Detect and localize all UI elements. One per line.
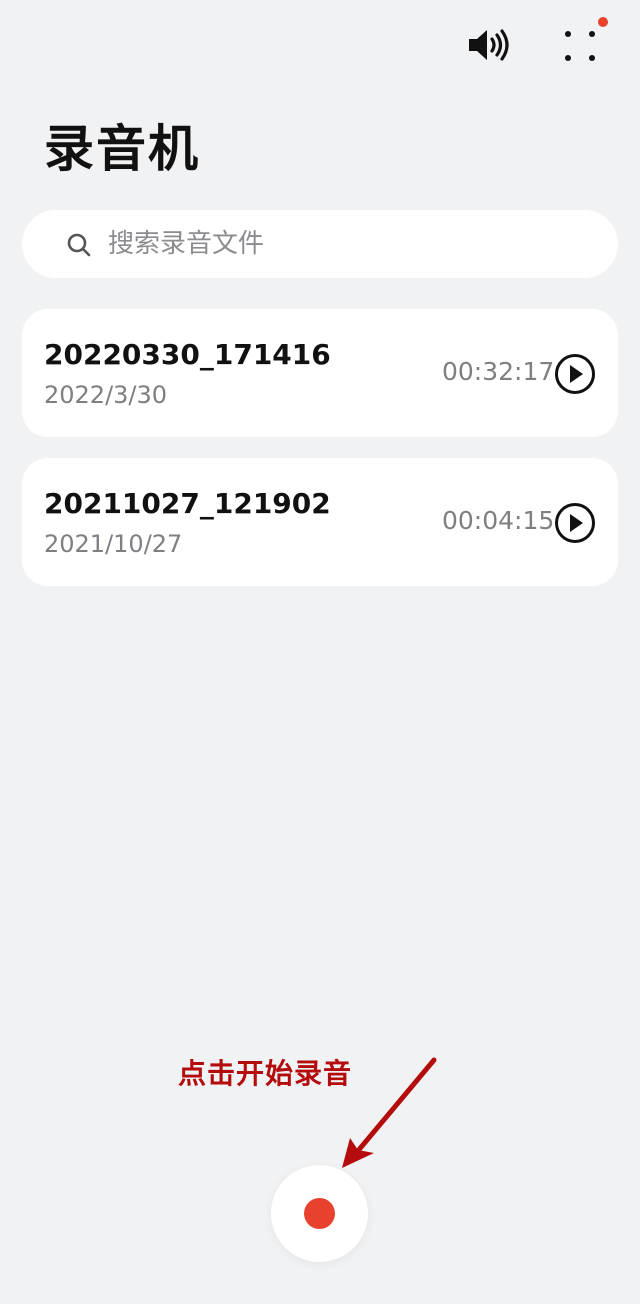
speaker-volume-icon bbox=[469, 29, 509, 61]
recording-item[interactable]: 20211027_121902 2021/10/27 00:04:15 bbox=[22, 458, 618, 586]
search-bar[interactable] bbox=[22, 210, 618, 278]
search-icon bbox=[67, 233, 91, 257]
recording-item[interactable]: 20220330_171416 2022/3/30 00:32:17 bbox=[22, 309, 618, 437]
play-icon[interactable] bbox=[554, 353, 596, 395]
recording-date: 2021/10/27 bbox=[44, 530, 183, 558]
page-title: 录音机 bbox=[44, 120, 200, 178]
more-dots-icon bbox=[565, 31, 595, 61]
recording-duration: 00:04:15 bbox=[442, 506, 555, 535]
play-icon[interactable] bbox=[554, 502, 596, 544]
annotation-label: 点击开始录音 bbox=[178, 1057, 353, 1090]
speaker-button[interactable] bbox=[462, 22, 518, 68]
recording-duration: 00:32:17 bbox=[442, 357, 555, 386]
recording-date: 2022/3/30 bbox=[44, 381, 168, 409]
recording-name: 20211027_121902 bbox=[44, 487, 331, 520]
annotation-arrow-icon bbox=[342, 1057, 437, 1168]
more-button[interactable] bbox=[552, 20, 608, 70]
notification-badge bbox=[598, 17, 608, 27]
recording-name: 20220330_171416 bbox=[44, 338, 331, 371]
record-dot-icon bbox=[304, 1198, 335, 1229]
search-input[interactable] bbox=[108, 224, 588, 264]
record-button[interactable] bbox=[271, 1165, 368, 1262]
